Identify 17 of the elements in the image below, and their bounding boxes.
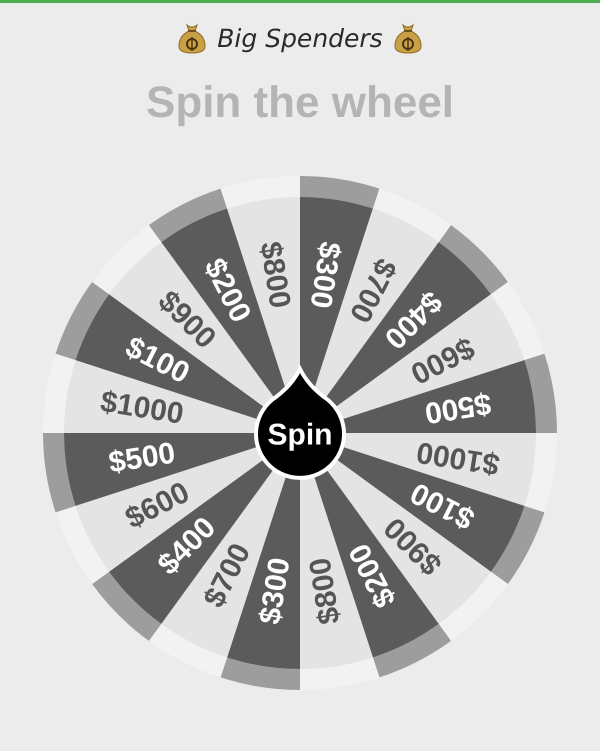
wheel-rim-segment (92, 225, 162, 294)
segment-label: $1000 (414, 435, 502, 481)
segment-label: $300 (253, 555, 296, 627)
money-bag-icon (392, 22, 423, 54)
segment-label: $1000 (98, 385, 186, 431)
spin-button[interactable]: Spin (254, 367, 346, 480)
segment-label: $300 (304, 239, 347, 311)
wheel-rim-segment (438, 572, 508, 641)
heading: Spin the wheel (146, 77, 454, 129)
wheel-rim-segment (438, 225, 508, 294)
page-title: Big Spenders (217, 24, 383, 52)
segment-label: $800 (304, 555, 347, 627)
wheel-rim-segment (92, 572, 162, 641)
money-bag-icon (177, 22, 208, 54)
segment-label: $800 (253, 239, 296, 311)
segment-label: $500 (106, 436, 178, 480)
segment-label: $500 (422, 386, 494, 430)
